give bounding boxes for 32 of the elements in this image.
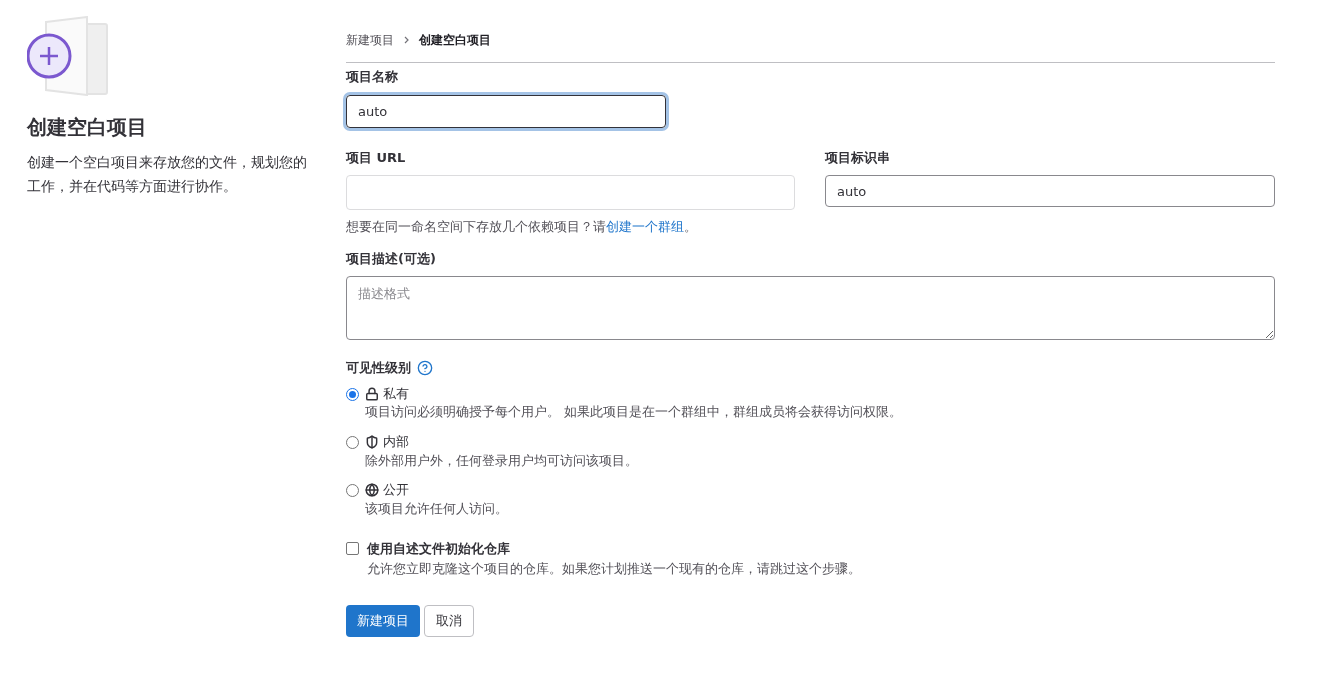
lock-icon <box>365 386 379 401</box>
create-group-link[interactable]: 创建一个群组 <box>606 219 684 234</box>
breadcrumb-link[interactable]: 创建空白项目 <box>419 31 491 49</box>
description-textarea[interactable]: 描述格式 <box>346 276 1275 341</box>
project-url-input[interactable] <box>346 175 795 210</box>
option-label: 公开 <box>383 481 409 500</box>
page-description: 创建一个空白项目来存放您的文件，规划您的工作，并在代码等方面进行协作。 <box>27 153 308 196</box>
new-project-illustration-icon <box>27 16 109 96</box>
help-icon[interactable] <box>417 360 433 376</box>
field-label: 项目标识串 <box>825 148 891 167</box>
field-label: 项目描述(可选) <box>346 249 437 268</box>
help-text: 想要在同一命名空间下存放几个依赖项目？请创建一个群组。 <box>346 218 697 236</box>
option-label: 内部 <box>383 433 409 451</box>
checkbox-description: 允许您立即克隆这个项目的仓库。如果您计划推送一个现有的仓库，请跳过这个步骤。 <box>367 560 861 578</box>
cancel-button[interactable]: 取消 <box>424 604 474 637</box>
option-label: 私有 <box>383 384 409 403</box>
option-description: 项目访问必须明确授予每个用户。 如果此项目是在一个群组中，群组成员将会获得访问权限。 <box>365 403 902 422</box>
project-name-input[interactable]: auto <box>346 94 666 128</box>
page-title: 创建空白项目 <box>27 114 148 141</box>
option-description: 除外部用户外，任何登录用户均可访问该项目。 <box>365 451 638 470</box>
field-label: 项目 URL <box>346 148 407 167</box>
checkbox-label: 使用自述文件初始化仓库 <box>367 539 511 558</box>
field-label: 项目名称 <box>346 68 399 86</box>
create-project-button[interactable]: 新建项目 <box>346 604 420 637</box>
checkbox[interactable] <box>346 541 359 555</box>
globe-icon <box>365 483 379 497</box>
option-description: 该项目允许任何人访问。 <box>365 499 508 518</box>
field-label: 可见性级别 <box>346 359 411 378</box>
breadcrumb-link[interactable]: 新建项目 <box>346 31 394 49</box>
shield-icon <box>365 434 379 449</box>
chevron-right-icon <box>404 36 409 44</box>
project-slug-input[interactable]: auto <box>825 175 1275 207</box>
